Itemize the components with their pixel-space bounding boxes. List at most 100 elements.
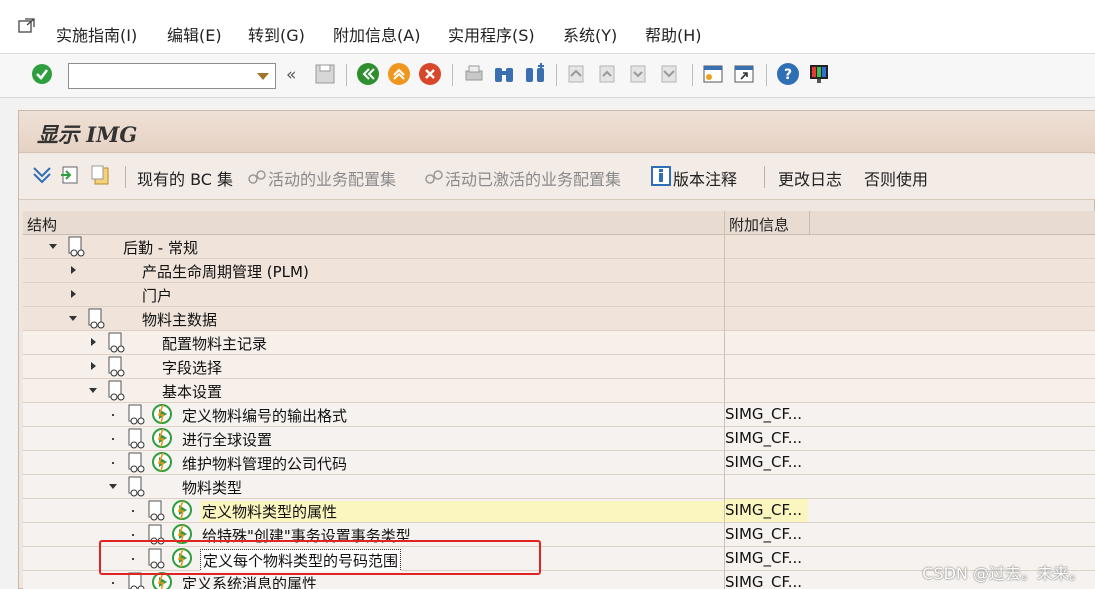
tree-node-info: SIMG_CF... [725, 501, 803, 519]
tree-node-info: SIMG_CF... [725, 573, 803, 589]
collapse-icon[interactable] [109, 484, 117, 489]
separator [125, 166, 126, 188]
img-tree: 结构 附加信息 后勤 - 常规 产品生命周期管理 (PLM) 门户 物料主数据 … [23, 211, 1095, 589]
column-info[interactable]: 附加信息 [729, 214, 789, 235]
cancel-icon[interactable] [418, 62, 442, 86]
tree-row[interactable]: 进行全球设置 SIMG_CF... [23, 427, 1095, 451]
back-icon[interactable] [356, 62, 380, 86]
title-bar: 显示 IMG [19, 111, 1095, 153]
collapse-icon[interactable] [89, 388, 97, 393]
separator [346, 64, 347, 86]
tree-node-label: 进行全球设置 [182, 431, 273, 449]
ok-check-icon[interactable] [30, 62, 54, 86]
find-next-icon[interactable] [523, 62, 547, 86]
separator [556, 64, 557, 86]
leaf-bullet [112, 414, 114, 416]
collapse-icon[interactable] [49, 244, 57, 249]
documentation-icon[interactable] [67, 236, 87, 258]
first-page-icon[interactable] [565, 62, 589, 86]
tree-node-label: 产品生命周期管理 (PLM) [142, 263, 309, 281]
documentation-icon[interactable] [147, 500, 167, 522]
execute-activity-icon[interactable] [151, 403, 173, 425]
menu-utilities[interactable]: 实用程序(S) [448, 22, 535, 46]
documentation-icon[interactable] [127, 476, 147, 498]
tree-row[interactable]: 门户 [23, 283, 1095, 307]
standard-toolbar: « ? [0, 54, 1095, 98]
documentation-icon[interactable] [127, 404, 147, 426]
previous-page-icon[interactable] [596, 62, 620, 86]
menu-extras[interactable]: 附加信息(A) [333, 22, 420, 46]
main-panel: 显示 IMG 现有的 BC 集 活动的业务配置集 活动已激活的业务配置集 版本注… [18, 110, 1095, 589]
menu-guide[interactable]: 实施指南(I) [56, 22, 137, 46]
separator [809, 211, 810, 235]
chevron-down-icon[interactable] [257, 73, 269, 80]
clipboard-icon[interactable] [90, 164, 112, 186]
release-notes-button[interactable]: 版本注释 [673, 166, 737, 190]
column-structure[interactable]: 结构 [27, 214, 57, 235]
active-config-set-button[interactable]: 活动的业务配置集 [268, 166, 396, 190]
menu-help[interactable]: 帮助(H) [645, 22, 702, 46]
tree-row[interactable]: 基本设置 [23, 379, 1095, 403]
tree-node-label: 门户 [142, 287, 173, 305]
execute-activity-icon[interactable] [151, 451, 173, 473]
expand-icon[interactable] [91, 362, 96, 370]
tree-node-label: 物料类型 [182, 479, 243, 497]
leaf-bullet [112, 438, 114, 440]
info-icon [651, 166, 671, 186]
new-session-icon[interactable] [701, 62, 725, 86]
tree-row[interactable]: 产品生命周期管理 (PLM) [23, 259, 1095, 283]
expand-all-icon[interactable] [31, 164, 53, 186]
expand-icon[interactable] [91, 338, 96, 346]
change-log-button[interactable]: 更改日志 [778, 166, 842, 190]
tree-header: 结构 附加信息 [23, 211, 1095, 235]
customize-layout-icon[interactable] [807, 62, 831, 86]
separator [764, 166, 765, 188]
bc-sets-button[interactable]: 现有的 BC 集 [137, 166, 233, 190]
menu-edit[interactable]: 编辑(E) [167, 22, 222, 46]
exit-icon[interactable] [387, 62, 411, 86]
execute-activity-icon[interactable] [171, 499, 193, 521]
activated-config-set-button[interactable]: 活动已激活的业务配置集 [445, 166, 621, 190]
documentation-icon[interactable] [127, 452, 147, 474]
save-icon[interactable] [313, 62, 337, 86]
tree-row[interactable]: 维护物料管理的公司代码 SIMG_CF... [23, 451, 1095, 475]
tree-node-info: SIMG_CF... [725, 525, 803, 543]
print-icon[interactable] [462, 62, 486, 86]
next-page-icon[interactable] [627, 62, 651, 86]
documentation-icon[interactable] [107, 380, 127, 402]
menu-system[interactable]: 系统(Y) [563, 22, 617, 46]
else-use-button[interactable]: 否则使用 [864, 166, 928, 190]
documentation-icon[interactable] [87, 308, 107, 330]
menu-goto[interactable]: 转到(G) [248, 22, 305, 46]
help-icon[interactable]: ? [776, 62, 800, 86]
watermark: CSDN @过去。未来。 [922, 564, 1085, 583]
menu-exit-icon[interactable] [18, 18, 36, 34]
leaf-bullet [132, 510, 134, 512]
tree-row[interactable]: 配置物料主记录 [23, 331, 1095, 355]
expand-icon[interactable] [71, 290, 76, 298]
tree-node-label: 定义系统消息的属性 [182, 575, 318, 589]
expand-icon[interactable] [71, 266, 76, 274]
tree-row[interactable]: 物料主数据 [23, 307, 1095, 331]
tree-row[interactable]: 后勤 - 常规 [23, 235, 1095, 259]
tree-node-label: 定义物料类型的属性 [200, 501, 725, 522]
find-icon[interactable] [492, 62, 516, 86]
tree-node-label: 物料主数据 [142, 311, 218, 329]
execute-activity-icon[interactable] [151, 427, 173, 449]
tree-node-label: 定义物料编号的输出格式 [182, 407, 348, 425]
tree-row[interactable]: 物料类型 [23, 475, 1095, 499]
collapse-icon[interactable]: « [286, 65, 296, 85]
tree-row[interactable]: 定义物料编号的输出格式 SIMG_CF... [23, 403, 1095, 427]
last-page-icon[interactable] [658, 62, 682, 86]
tree-row[interactable]: 定义物料类型的属性 SIMG_CF... [23, 499, 1095, 523]
documentation-icon[interactable] [107, 356, 127, 378]
documentation-icon[interactable] [127, 428, 147, 450]
expand-subtree-icon[interactable] [59, 164, 81, 186]
tree-row[interactable]: 字段选择 [23, 355, 1095, 379]
collapse-icon[interactable] [69, 316, 77, 321]
leaf-bullet [112, 462, 114, 464]
documentation-icon[interactable] [107, 332, 127, 354]
command-field[interactable] [68, 63, 276, 89]
tree-node-label: 配置物料主记录 [162, 335, 268, 353]
shortcut-icon[interactable] [732, 62, 756, 86]
